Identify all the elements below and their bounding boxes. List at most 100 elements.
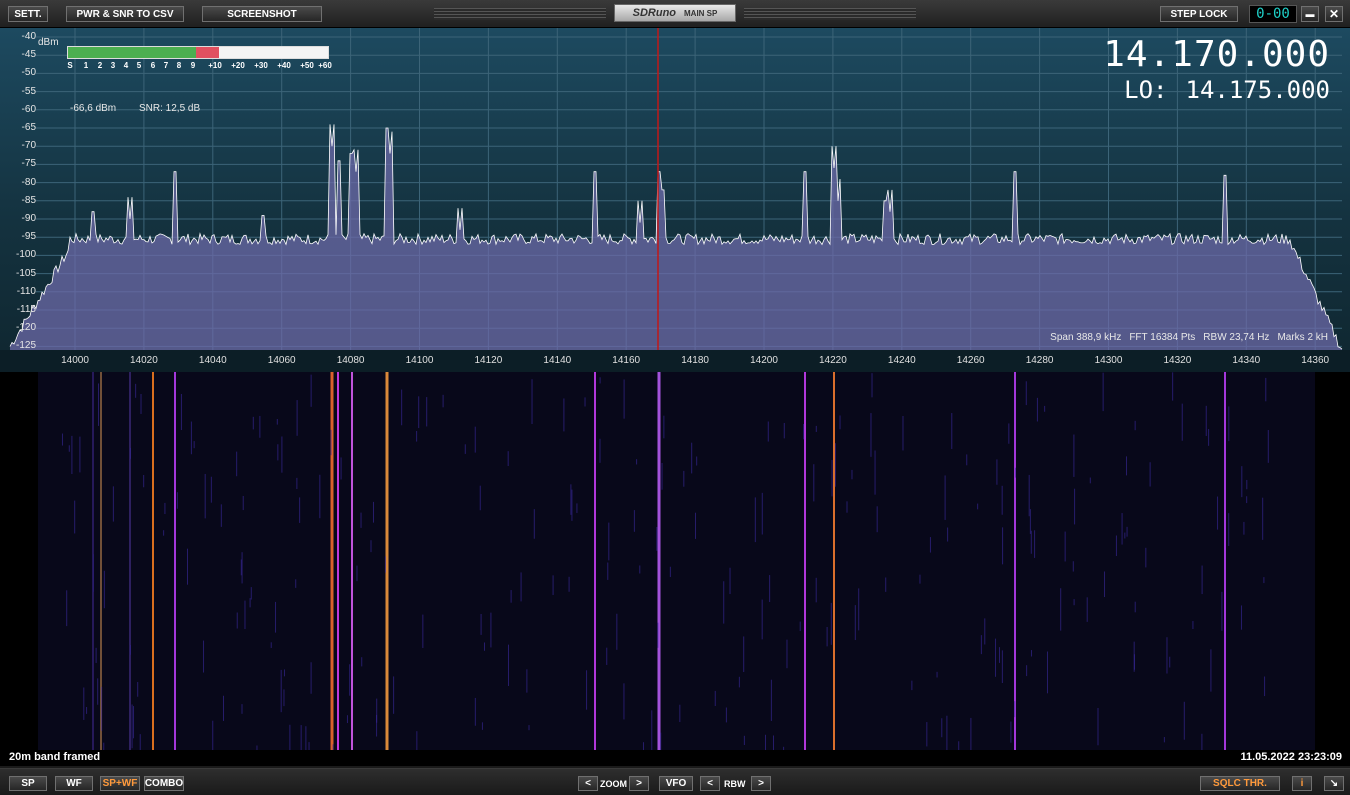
db-tick-label: -120 xyxy=(15,322,36,334)
waterfall-noise-streak xyxy=(250,587,252,600)
waterfall-noise-streak xyxy=(164,502,166,515)
lo-frequency-row[interactable]: LO: 14.175.000 xyxy=(1124,76,1330,104)
waterfall-noise-streak xyxy=(1241,466,1243,498)
waterfall-noise-streak xyxy=(92,554,94,592)
waterfall-noise-streak xyxy=(738,676,740,688)
waterfall-noise-streak xyxy=(143,475,145,488)
waterfall-noise-streak xyxy=(418,396,420,429)
waterfall-plot xyxy=(0,372,1350,750)
waterfall-noise-streak xyxy=(305,726,307,750)
waterfall-noise-streak xyxy=(193,441,195,449)
vfo-button[interactable]: VFO xyxy=(659,776,693,791)
waterfall-noise-streak xyxy=(1205,405,1207,436)
waterfall-noise-streak xyxy=(1124,532,1126,539)
waterfall-noise-streak xyxy=(1028,474,1030,517)
settings-button[interactable]: SETT. xyxy=(8,6,48,22)
waterfall-noise-streak xyxy=(1264,676,1266,697)
waterfall-noise-streak xyxy=(695,512,697,539)
waterfall-noise-streak xyxy=(1073,599,1075,606)
step-counter-display[interactable]: 0-00 xyxy=(1249,5,1297,23)
zoom-out-button[interactable]: < xyxy=(578,776,598,791)
waterfall-noise-streak xyxy=(1044,405,1046,412)
combo-mode-button[interactable]: COMBO xyxy=(144,776,184,791)
waterfall-noise-streak xyxy=(300,725,302,750)
sqlc-threshold-button[interactable]: SQLC THR. xyxy=(1200,776,1280,791)
waterfall-noise-streak xyxy=(995,638,997,677)
minimize-icon[interactable]: ▬ xyxy=(1301,6,1319,22)
waterfall-noise-streak xyxy=(308,742,310,750)
zoom-label: ZOOM xyxy=(600,779,627,789)
waterfall-noise-streak xyxy=(799,621,801,632)
frequency-tick-label: 14040 xyxy=(198,355,227,366)
waterfall-noise-streak xyxy=(330,429,332,456)
waterfall-noise-streak xyxy=(754,497,756,543)
waterfall-noise-streak xyxy=(773,735,775,750)
waterfall-noise-streak xyxy=(1172,372,1174,401)
waterfall-noise-streak xyxy=(133,706,135,739)
waterfall-noise-streak xyxy=(1074,488,1076,525)
s-meter-scale-label: 5 xyxy=(136,61,142,70)
frequency-tick-label: 14140 xyxy=(543,355,572,366)
waterfall-noise-streak xyxy=(422,614,424,648)
close-icon[interactable]: ✕ xyxy=(1325,6,1343,22)
waterfall-noise-streak xyxy=(203,640,205,673)
waterfall-noise-streak xyxy=(259,415,261,438)
waterfall-noise-streak xyxy=(966,454,968,466)
waterfall-noise-streak xyxy=(761,492,763,535)
s-meter-scale-label: +60 xyxy=(318,61,332,70)
bottom-toolbar: SP WF SP+WF COMBO < ZOOM > VFO < RBW > S… xyxy=(0,768,1350,795)
waterfall-display[interactable] xyxy=(0,372,1350,750)
waterfall-noise-streak xyxy=(803,423,805,440)
waterfall-noise-streak xyxy=(1097,708,1099,746)
vfo-frequency[interactable]: 14.170.000 xyxy=(1103,34,1330,75)
s-meter-scale-label: 1 xyxy=(83,61,89,70)
rbw-increase-button[interactable]: > xyxy=(751,776,771,791)
zoom-in-button[interactable]: > xyxy=(629,776,649,791)
spectrum-display[interactable]: dBm -40 -45 -50 -55 -60 -65 -70 -75 -80 -85 -90 -95… xyxy=(0,28,1350,350)
waterfall-noise-streak xyxy=(1145,547,1147,568)
sp-mode-button[interactable]: SP xyxy=(9,776,47,791)
waterfall-noise-streak xyxy=(310,374,312,407)
waterfall-noise-streak xyxy=(1036,397,1038,422)
waterfall-noise-streak xyxy=(830,602,832,645)
waterfall-noise-streak xyxy=(135,383,137,398)
frequency-axis[interactable]: 14000 14020 14040 14060 14080 14100 14120 14140… xyxy=(0,350,1350,372)
rbw-decrease-button[interactable]: < xyxy=(700,776,720,791)
waterfall-noise-streak xyxy=(1064,531,1066,562)
wf-mode-button[interactable]: WF xyxy=(55,776,93,791)
waterfall-noise-streak xyxy=(607,562,609,580)
step-lock-button[interactable]: STEP LOCK xyxy=(1160,6,1238,22)
frequency-tick-label: 14160 xyxy=(612,355,641,366)
screenshot-button[interactable]: SCREENSHOT xyxy=(202,6,322,22)
waterfall-noise-streak xyxy=(663,415,665,439)
waterfall-noise-streak xyxy=(571,489,573,521)
frequency-tick-label: 14240 xyxy=(887,355,916,366)
resize-icon[interactable]: ↘ xyxy=(1324,776,1344,791)
snr-reading: SNR: 12,5 dB xyxy=(139,103,201,114)
waterfall-noise-streak xyxy=(283,689,285,707)
waterfall-noise-streak xyxy=(951,413,953,449)
s-meter-scale-label: +10 xyxy=(208,61,222,70)
waterfall-signal-trace xyxy=(804,372,806,750)
drag-grip-right[interactable] xyxy=(744,8,916,20)
waterfall-noise-streak xyxy=(296,400,298,436)
waterfall-noise-streak xyxy=(1126,456,1128,476)
waterfall-noise-streak xyxy=(163,530,165,536)
power-reading: -66,6 dBm xyxy=(70,103,117,114)
drag-grip-left[interactable] xyxy=(434,8,606,20)
frequency-tick-label: 14280 xyxy=(1025,355,1054,366)
db-tick-label: -40 xyxy=(21,31,36,42)
waterfall-noise-streak xyxy=(370,540,372,553)
waterfall-noise-streak xyxy=(140,393,142,414)
sp-wf-mode-button[interactable]: SP+WF xyxy=(100,776,140,791)
waterfall-noise-streak xyxy=(490,612,492,648)
pwr-snr-to-csv-button[interactable]: PWR & SNR TO CSV xyxy=(66,6,184,22)
waterfall-left-margin xyxy=(0,372,38,750)
waterfall-signal-trace xyxy=(1014,372,1016,750)
waterfall-noise-streak xyxy=(1002,527,1004,565)
info-icon[interactable]: i xyxy=(1292,776,1312,791)
waterfall-noise-streak xyxy=(1030,650,1032,657)
status-timestamp: 11.05.2022 23:23:09 xyxy=(1240,751,1342,763)
dbm-unit-label: dBm xyxy=(38,37,59,48)
waterfall-noise-streak xyxy=(244,600,246,630)
